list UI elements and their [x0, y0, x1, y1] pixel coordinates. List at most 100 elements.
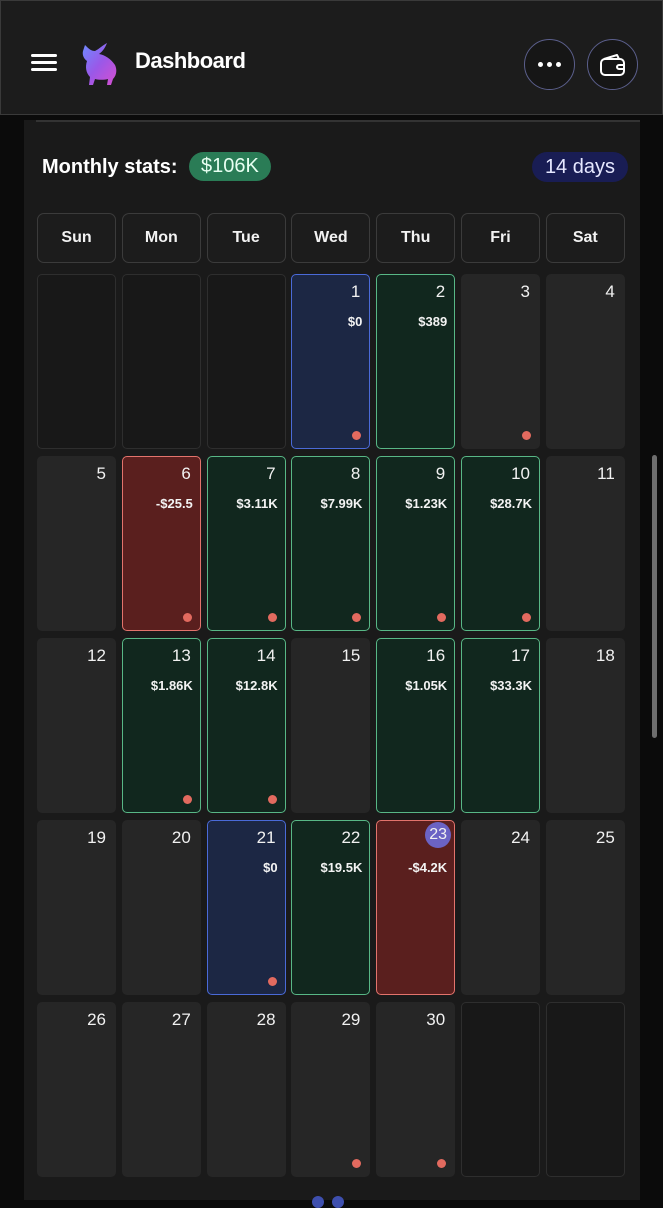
more-horizontal-icon [538, 62, 561, 67]
calendar-day-19[interactable]: 19 [37, 820, 116, 995]
calendar-day-22[interactable]: 22 $19.5K [291, 820, 371, 995]
calendar-day-9[interactable]: 9 $1.23K [376, 456, 456, 631]
day-number: 18 [595, 646, 615, 665]
weekday-sun: Sun [37, 213, 116, 263]
marker-dot-icon [437, 1159, 447, 1168]
more-button[interactable] [524, 39, 575, 90]
app-header: Dashboard [0, 0, 663, 115]
day-number: 15 [341, 646, 361, 665]
marker-dot-icon [522, 613, 531, 622]
calendar-day-14[interactable]: 14 $12.8K [206, 638, 286, 813]
calendar-day-7[interactable]: 7 $3.11K [206, 456, 286, 631]
day-number: 10 [511, 464, 530, 483]
hamburger-icon[interactable] [29, 51, 61, 75]
day-number: 27 [171, 1010, 191, 1029]
weekday-sat: Sat [545, 213, 625, 263]
calendar-day-21[interactable]: 21 $0 [206, 820, 286, 995]
day-number: 29 [341, 1010, 361, 1029]
monthly-total-badge: $106K [189, 152, 271, 181]
day-pnl-amount: -$25.5 [155, 496, 193, 511]
calendar-day-20[interactable]: 20 [121, 820, 201, 995]
scrollbar[interactable] [652, 455, 657, 738]
page-indicator [312, 1196, 344, 1208]
calendar-day-4[interactable]: 4 [545, 274, 625, 449]
marker-dot-icon [437, 613, 447, 622]
day-pnl-amount: $0 [347, 314, 363, 329]
page-title: Dashboard [135, 48, 246, 73]
day-number: 20 [171, 828, 191, 847]
day-pnl-amount: $389 [418, 314, 448, 329]
calendar-day-27[interactable]: 27 [121, 1002, 201, 1177]
bull-logo[interactable] [77, 39, 123, 89]
calendar-day-26[interactable]: 26 [37, 1002, 116, 1177]
monthly-stats-label: Monthly stats: [42, 156, 178, 178]
day-pnl-amount: $19.5K [320, 860, 363, 875]
divider [36, 120, 640, 122]
calendar-day-30[interactable]: 30 [376, 1002, 456, 1177]
day-number: 22 [341, 828, 361, 847]
day-pnl-amount: $1.23K [405, 496, 448, 511]
day-number: 2 [435, 282, 446, 301]
day-pnl-amount: $28.7K [490, 496, 532, 511]
calendar-day-23[interactable]: 23 -$4.2K [376, 820, 456, 995]
day-number: 13 [171, 646, 191, 665]
day-pnl-amount: $0 [263, 860, 278, 875]
day-number: 16 [426, 646, 446, 665]
marker-dot-icon [182, 613, 192, 622]
day-pnl-amount: $1.86K [150, 678, 193, 693]
day-number: 28 [256, 1010, 276, 1029]
calendar-day-1[interactable]: 1 $0 [291, 274, 371, 449]
marker-dot-icon [352, 431, 362, 440]
day-pnl-amount: $33.3K [490, 678, 532, 693]
calendar-day-2[interactable]: 2 $389 [376, 274, 456, 449]
calendar-day-28[interactable]: 28 [206, 1002, 286, 1177]
calendar-day-16[interactable]: 16 $1.05K [376, 638, 456, 813]
calendar-day-11[interactable]: 11 [545, 456, 625, 631]
calendar-day-10[interactable]: 10 $28.7K [461, 456, 540, 631]
calendar-day-25[interactable]: 25 [545, 820, 625, 995]
day-number: 17 [511, 646, 530, 665]
day-pnl-amount: $1.05K [405, 678, 448, 693]
day-number: 4 [605, 282, 615, 301]
day-number: 19 [87, 828, 106, 847]
calendar-empty-cell [545, 1002, 625, 1177]
trading-days-badge: 14 days [531, 152, 628, 182]
weekday-tue: Tue [206, 213, 286, 263]
day-number: 1 [350, 282, 361, 301]
calendar-panel: Monthly stats: $106K 14 days Sun Mon Tue We… [24, 120, 640, 1200]
calendar-day-12[interactable]: 12 [37, 638, 116, 813]
calendar-day-6[interactable]: 6 -$25.5 [121, 456, 201, 631]
marker-dot-icon [182, 795, 192, 804]
calendar-day-5[interactable]: 5 [37, 456, 116, 631]
today-day-number: 23 [425, 822, 452, 848]
calendar-day-3[interactable]: 3 [461, 274, 540, 449]
day-number: 26 [87, 1010, 106, 1029]
weekday-thu: Thu [376, 213, 456, 263]
wallet-icon [599, 53, 625, 76]
calendar-day-29[interactable]: 29 [291, 1002, 371, 1177]
calendar-day-18[interactable]: 18 [545, 638, 625, 813]
day-number: 14 [256, 646, 276, 665]
marker-dot-icon [267, 795, 277, 804]
calendar-empty-cell [121, 274, 201, 449]
day-pnl-amount: $3.11K [236, 496, 278, 511]
marker-dot-icon [267, 977, 277, 986]
day-number: 7 [266, 464, 276, 483]
day-number: 25 [595, 828, 615, 847]
day-pnl-amount: $12.8K [235, 678, 278, 693]
weekday-mon: Mon [121, 213, 201, 263]
calendar-day-15[interactable]: 15 [291, 638, 371, 813]
calendar-empty-cell [37, 274, 116, 449]
day-number: 5 [96, 464, 106, 483]
calendar-day-8[interactable]: 8 $7.99K [291, 456, 371, 631]
day-number: 30 [426, 1010, 446, 1029]
calendar-day-24[interactable]: 24 [461, 820, 540, 995]
day-number: 24 [511, 828, 530, 847]
wallet-button[interactable] [587, 39, 638, 90]
calendar-day-13[interactable]: 13 $1.86K [121, 638, 201, 813]
day-number: 6 [181, 464, 191, 483]
marker-dot-icon [352, 1159, 362, 1168]
day-number: 12 [87, 646, 106, 665]
day-pnl-amount: $7.99K [320, 496, 363, 511]
calendar-day-17[interactable]: 17 $33.3K [461, 638, 540, 813]
